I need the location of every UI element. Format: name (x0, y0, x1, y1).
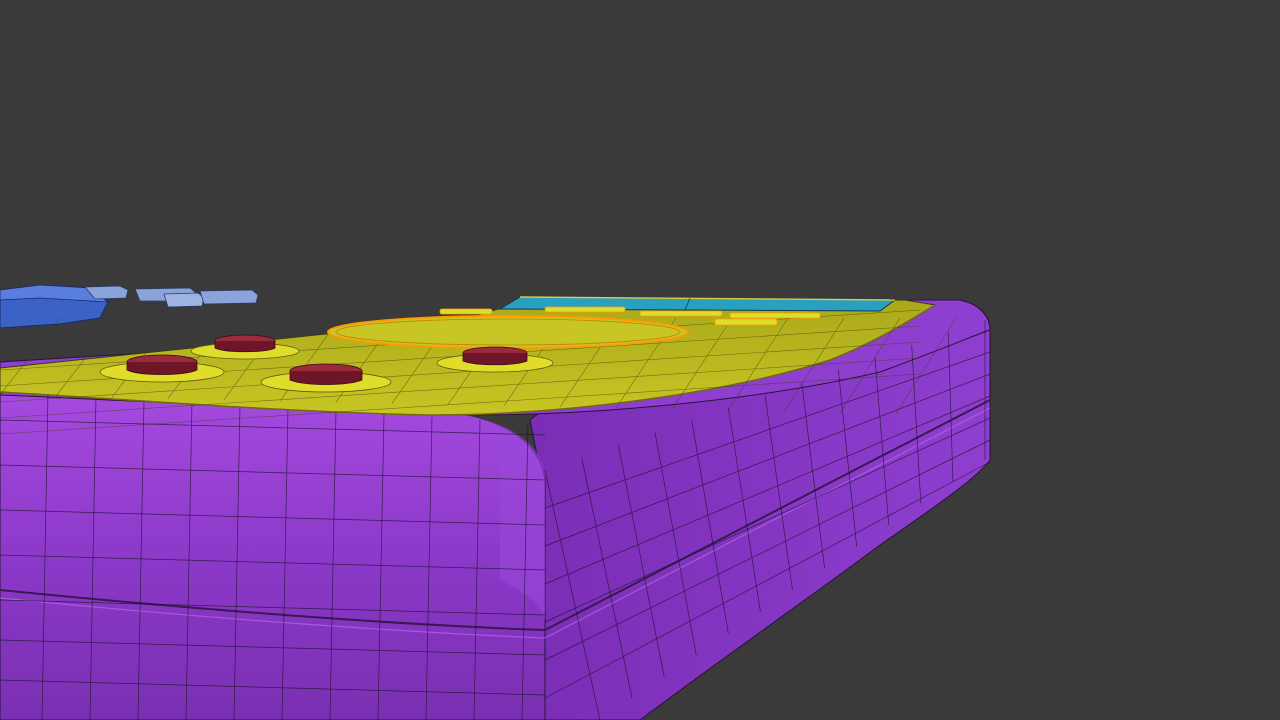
slot-button-5[interactable] (714, 318, 778, 326)
slot-button-1[interactable] (439, 308, 493, 315)
body-front-face (0, 384, 546, 720)
viewport-scene[interactable] (0, 0, 1280, 720)
slot-button-4[interactable] (729, 312, 821, 319)
lightblue-part-3[interactable] (163, 292, 205, 308)
oval-pad[interactable] (327, 315, 689, 349)
slot-button-2[interactable] (544, 306, 626, 313)
selected-oval-element[interactable] (327, 315, 689, 349)
3d-viewport[interactable] (0, 0, 1280, 720)
lightblue-part-4[interactable] (199, 289, 259, 305)
slot-button-3[interactable] (639, 310, 723, 317)
